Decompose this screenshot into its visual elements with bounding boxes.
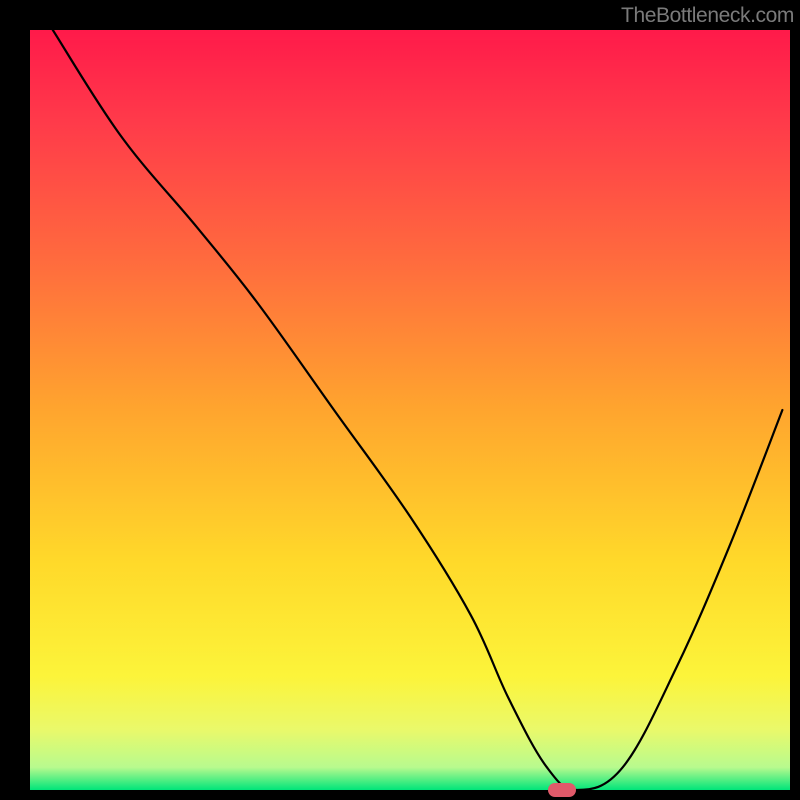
gradient-plot-area (30, 30, 790, 790)
chart-container: TheBottleneck.com (0, 0, 800, 800)
bottleneck-curve (30, 30, 790, 790)
watermark-text: TheBottleneck.com (621, 4, 794, 28)
curve-path (53, 30, 783, 790)
optimal-point-marker (548, 783, 576, 797)
